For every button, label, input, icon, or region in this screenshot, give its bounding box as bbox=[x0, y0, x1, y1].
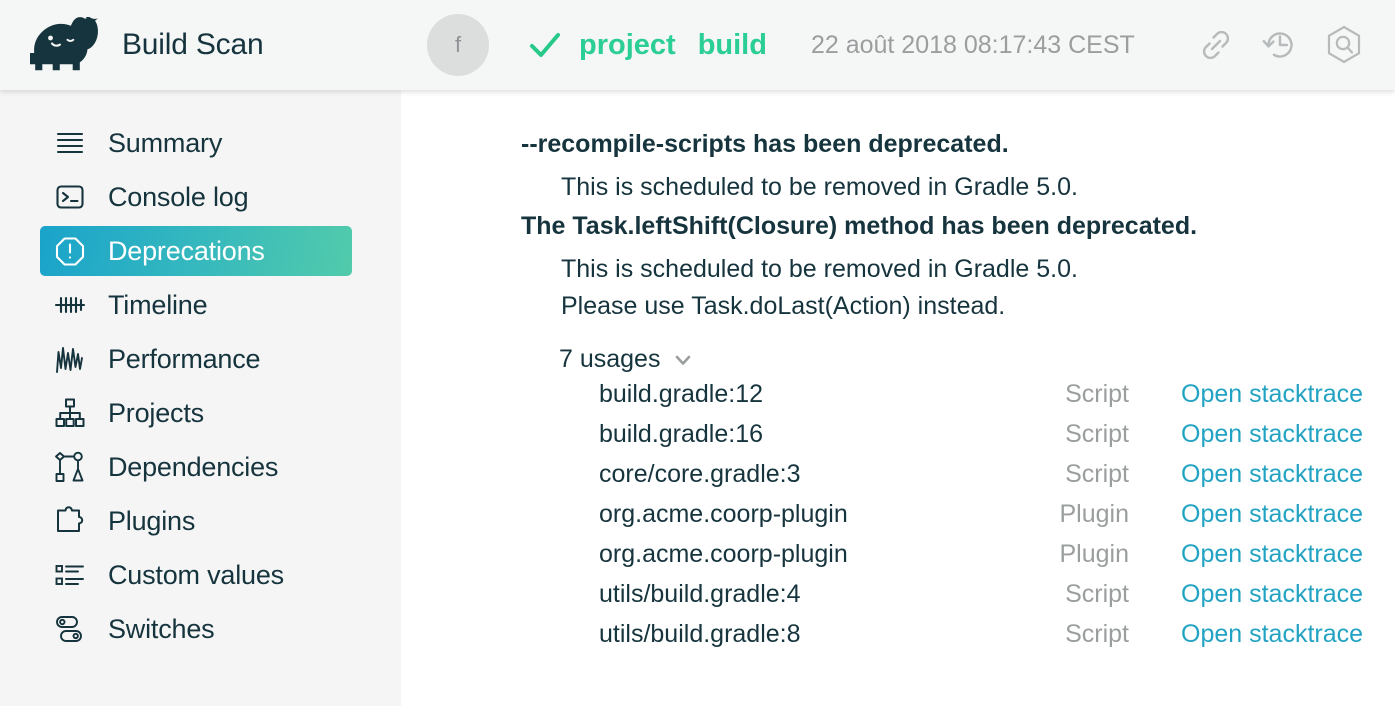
deprecation-detail: This is scheduled to be removed in Gradl… bbox=[561, 255, 1395, 284]
puzzle-piece-icon bbox=[53, 504, 87, 538]
waveform-icon bbox=[53, 342, 87, 376]
usages-toggle[interactable]: 7 usages bbox=[559, 345, 709, 374]
sidebar-item-custom-values[interactable]: Custom values bbox=[40, 550, 352, 600]
avatar-initial: f bbox=[455, 32, 461, 58]
usage-location: core/core.gradle:3 bbox=[599, 460, 1001, 489]
dependency-graph-icon bbox=[53, 450, 87, 484]
usage-location: org.acme.coorp-plugin bbox=[599, 540, 1001, 569]
history-icon[interactable] bbox=[1257, 22, 1303, 68]
table-row: core/core.gradle:3 Script Open stacktrac… bbox=[599, 460, 1395, 500]
open-stacktrace-link[interactable]: Open stacktrace bbox=[1181, 580, 1363, 609]
usage-type: Script bbox=[1001, 460, 1129, 489]
deprecation-detail: Please use Task.doLast(Action) instead. bbox=[561, 292, 1395, 321]
sidebar: Summary Console log Deprecat bbox=[0, 90, 401, 706]
table-row: utils/build.gradle:4 Script Open stacktr… bbox=[599, 580, 1395, 620]
search-hexagon-icon[interactable] bbox=[1321, 22, 1367, 68]
table-row: utils/build.gradle:8 Script Open stacktr… bbox=[599, 620, 1395, 660]
sidebar-item-projects[interactable]: Projects bbox=[40, 388, 352, 438]
usage-type: Script bbox=[1001, 620, 1129, 649]
sidebar-item-label: Projects bbox=[108, 398, 204, 429]
deprecation-entry: The Task.leftShift(Closure) method has b… bbox=[521, 212, 1395, 660]
app-title: Build Scan bbox=[122, 28, 263, 62]
sidebar-item-dependencies[interactable]: Dependencies bbox=[40, 442, 352, 492]
usages-table: build.gradle:12 Script Open stacktrace b… bbox=[599, 380, 1395, 660]
table-row: org.acme.coorp-plugin Plugin Open stackt… bbox=[599, 500, 1395, 540]
usage-location: build.gradle:12 bbox=[599, 380, 1001, 409]
scan-project-name[interactable]: project bbox=[579, 29, 676, 62]
open-stacktrace-link[interactable]: Open stacktrace bbox=[1181, 460, 1363, 489]
usage-type: Script bbox=[1001, 580, 1129, 609]
usage-type: Plugin bbox=[1001, 540, 1129, 569]
usage-location: org.acme.coorp-plugin bbox=[599, 500, 1001, 529]
scan-info: project build 22 août 2018 08:17:43 CEST bbox=[527, 27, 1193, 63]
usage-type: Script bbox=[1001, 420, 1129, 449]
brand[interactable]: Build Scan bbox=[0, 17, 401, 73]
key-value-list-icon bbox=[53, 558, 87, 592]
sidebar-item-label: Timeline bbox=[108, 290, 207, 321]
table-row: org.acme.coorp-plugin Plugin Open stackt… bbox=[599, 540, 1395, 580]
sidebar-item-label: Summary bbox=[108, 128, 222, 159]
chevron-down-icon bbox=[672, 349, 694, 371]
link-icon[interactable] bbox=[1193, 22, 1239, 68]
list-lines-icon bbox=[53, 126, 87, 160]
sidebar-item-label: Switches bbox=[108, 614, 214, 645]
sidebar-item-label: Performance bbox=[108, 344, 260, 375]
usage-location: utils/build.gradle:8 bbox=[599, 620, 1001, 649]
usage-type: Plugin bbox=[1001, 500, 1129, 529]
sidebar-item-switches[interactable]: Switches bbox=[40, 604, 352, 654]
app-header: Build Scan f project build 22 août 2018 … bbox=[0, 0, 1395, 90]
scan-names: project build bbox=[579, 29, 767, 62]
warning-octagon-icon bbox=[53, 234, 87, 268]
sidebar-item-summary[interactable]: Summary bbox=[40, 118, 352, 168]
sidebar-item-plugins[interactable]: Plugins bbox=[40, 496, 352, 546]
deprecation-title: --recompile-scripts has been deprecated. bbox=[521, 130, 1395, 159]
timeline-ticks-icon bbox=[53, 288, 87, 322]
scan-timestamp: 22 août 2018 08:17:43 CEST bbox=[811, 31, 1135, 60]
usage-location: utils/build.gradle:4 bbox=[599, 580, 1001, 609]
open-stacktrace-link[interactable]: Open stacktrace bbox=[1181, 420, 1363, 449]
avatar[interactable]: f bbox=[427, 14, 489, 76]
deprecation-entry: --recompile-scripts has been deprecated.… bbox=[521, 130, 1395, 202]
sidebar-item-label: Custom values bbox=[108, 560, 284, 591]
deprecations-panel: --recompile-scripts has been deprecated.… bbox=[401, 90, 1395, 706]
toggle-switches-icon bbox=[53, 612, 87, 646]
sidebar-item-timeline[interactable]: Timeline bbox=[40, 280, 352, 330]
gradle-elephant-logo bbox=[30, 17, 106, 73]
sidebar-item-label: Deprecations bbox=[108, 236, 265, 267]
check-icon bbox=[527, 27, 563, 63]
open-stacktrace-link[interactable]: Open stacktrace bbox=[1181, 540, 1363, 569]
open-stacktrace-link[interactable]: Open stacktrace bbox=[1181, 500, 1363, 529]
open-stacktrace-link[interactable]: Open stacktrace bbox=[1181, 380, 1363, 409]
scan-task-name[interactable]: build bbox=[698, 29, 767, 62]
sidebar-item-deprecations[interactable]: Deprecations bbox=[40, 226, 352, 276]
table-row: build.gradle:16 Script Open stacktrace bbox=[599, 420, 1395, 460]
usages-count-label: 7 usages bbox=[559, 345, 660, 374]
sidebar-item-label: Plugins bbox=[108, 506, 195, 537]
hierarchy-tree-icon bbox=[53, 396, 87, 430]
sidebar-item-label: Console log bbox=[108, 182, 248, 213]
header-actions bbox=[1193, 22, 1395, 68]
sidebar-item-console-log[interactable]: Console log bbox=[40, 172, 352, 222]
sidebar-item-label: Dependencies bbox=[108, 452, 278, 483]
usage-type: Script bbox=[1001, 380, 1129, 409]
deprecation-title: The Task.leftShift(Closure) method has b… bbox=[521, 212, 1395, 241]
terminal-icon bbox=[53, 180, 87, 214]
usage-location: build.gradle:16 bbox=[599, 420, 1001, 449]
sidebar-item-performance[interactable]: Performance bbox=[40, 334, 352, 384]
deprecation-detail: This is scheduled to be removed in Gradl… bbox=[561, 173, 1395, 202]
open-stacktrace-link[interactable]: Open stacktrace bbox=[1181, 620, 1363, 649]
table-row: build.gradle:12 Script Open stacktrace bbox=[599, 380, 1395, 420]
